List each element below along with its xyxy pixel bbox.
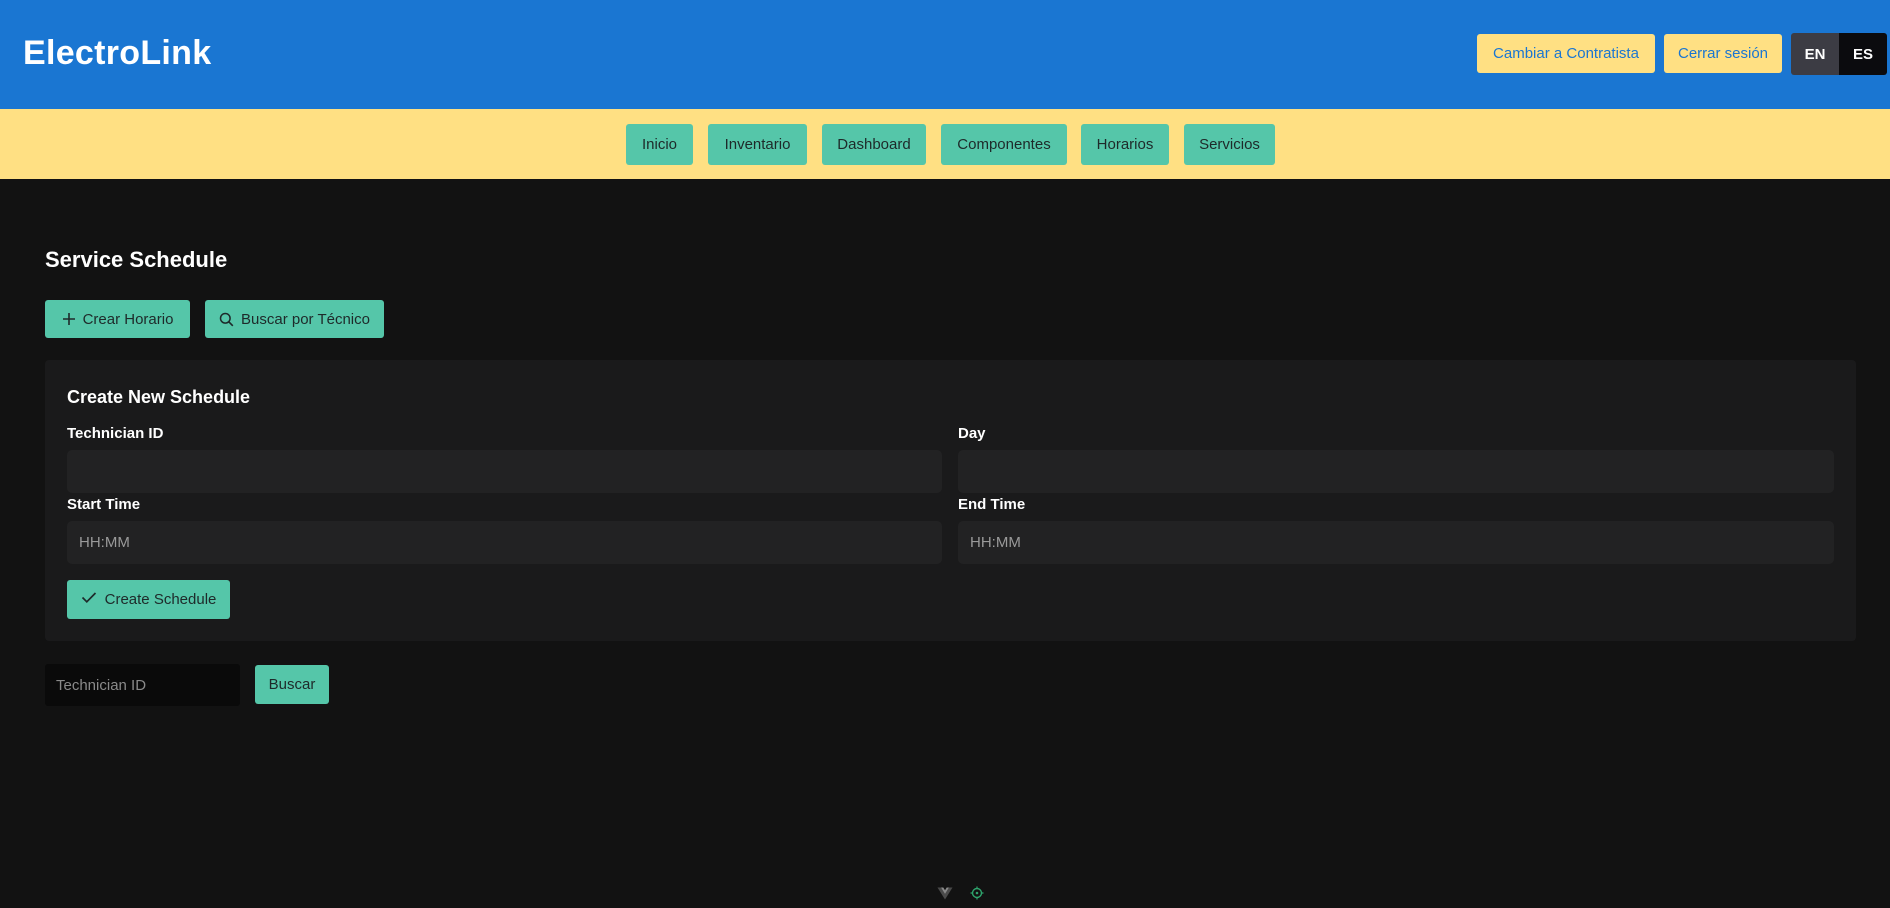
lang-es-button[interactable]: ES bbox=[1839, 33, 1887, 75]
technician-id-input[interactable] bbox=[67, 450, 942, 493]
nav-item-horarios[interactable]: Horarios bbox=[1081, 124, 1169, 165]
nav-item-dashboard[interactable]: Dashboard bbox=[822, 124, 926, 165]
search-by-technician-button[interactable]: Buscar por Técnico bbox=[205, 300, 384, 338]
technician-id-label: Technician ID bbox=[67, 425, 164, 442]
inspect-icon[interactable] bbox=[968, 884, 986, 902]
end-time-label: End Time bbox=[958, 496, 1026, 513]
create-schedule-toggle-label: Crear Horario bbox=[82, 310, 174, 328]
nav-bar: Inicio Inventario Dashboard Componentes … bbox=[0, 109, 1890, 179]
brand-logo[interactable]: ElectroLink bbox=[23, 34, 211, 73]
create-schedule-card: Create New Schedule Technician ID Day St… bbox=[45, 360, 1856, 641]
nav-item-inicio[interactable]: Inicio bbox=[626, 124, 693, 165]
day-label: Day bbox=[958, 425, 986, 442]
search-icon bbox=[219, 312, 234, 327]
nav-item-inventario[interactable]: Inventario bbox=[708, 124, 807, 165]
form-title: Create New Schedule bbox=[67, 387, 251, 407]
create-schedule-submit-label: Create Schedule bbox=[104, 591, 217, 608]
lang-en-button[interactable]: EN bbox=[1791, 33, 1839, 75]
plus-icon bbox=[62, 312, 76, 326]
nav-item-servicios[interactable]: Servicios bbox=[1184, 124, 1275, 165]
create-schedule-toggle-button[interactable]: Crear Horario bbox=[45, 300, 190, 338]
day-input[interactable] bbox=[958, 450, 1834, 493]
search-by-technician-label: Buscar por Técnico bbox=[241, 310, 370, 328]
nav-item-componentes[interactable]: Componentes bbox=[941, 124, 1067, 165]
start-time-input[interactable]: HH:MM bbox=[67, 521, 942, 564]
logout-button[interactable]: Cerrar sesión bbox=[1664, 34, 1782, 73]
technician-search-input[interactable]: Technician ID bbox=[45, 664, 240, 706]
app-header: ElectroLink Cambiar a Contratista Cerrar… bbox=[0, 0, 1890, 109]
vue-logo-icon[interactable] bbox=[936, 884, 954, 902]
switch-role-button[interactable]: Cambiar a Contratista bbox=[1477, 34, 1655, 73]
check-icon bbox=[81, 591, 97, 608]
page-title: Service Schedule bbox=[45, 247, 228, 272]
start-time-label: Start Time bbox=[67, 496, 141, 513]
create-schedule-submit-button[interactable]: Create Schedule bbox=[67, 580, 230, 619]
end-time-input[interactable]: HH:MM bbox=[958, 521, 1834, 564]
search-button[interactable]: Buscar bbox=[255, 665, 329, 704]
